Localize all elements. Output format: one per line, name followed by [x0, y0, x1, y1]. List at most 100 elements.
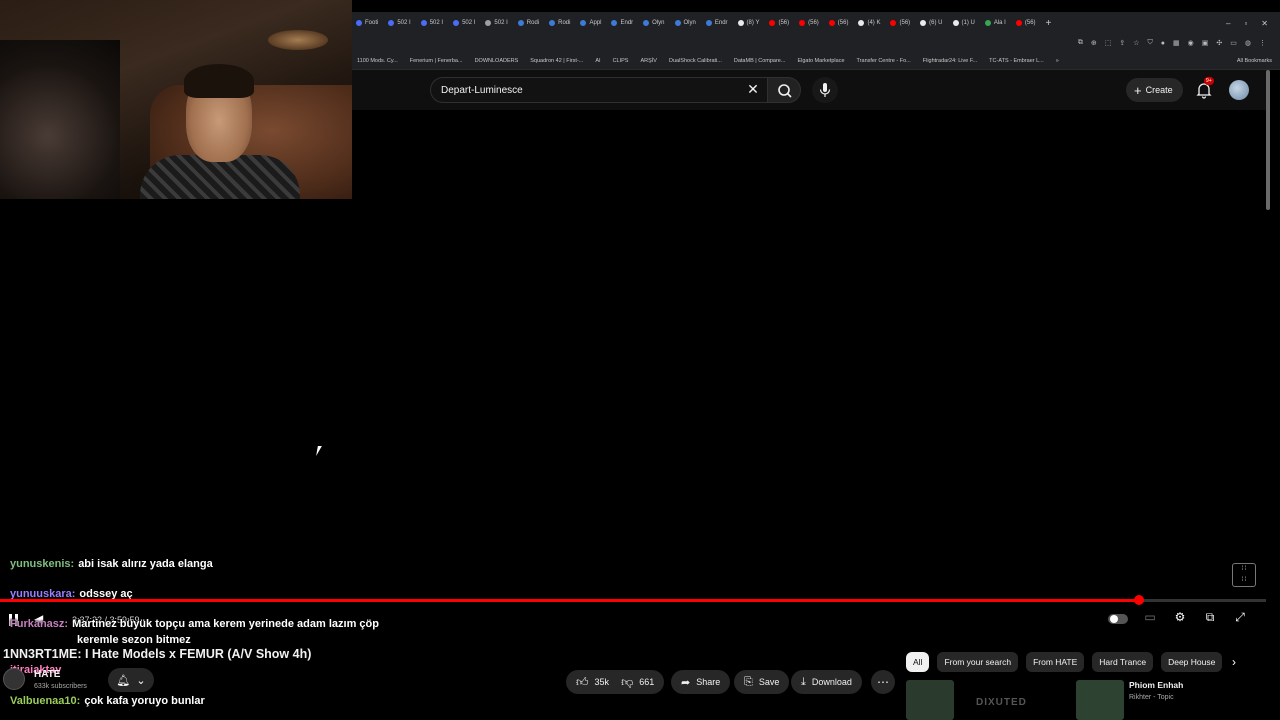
- close-window-icon[interactable]: ✕: [1261, 19, 1268, 28]
- bookmark-item[interactable]: Flightradar24: Live F...: [920, 58, 980, 64]
- bookmark-item[interactable]: DOWNLOADERS: [472, 58, 522, 64]
- tab-label: Footi: [365, 20, 379, 26]
- browser-tab[interactable]: (6) U: [916, 14, 946, 32]
- webcam-person-hair: [184, 64, 254, 98]
- tab-label: (8) Y: [746, 20, 760, 26]
- recommended-video-thumbnail[interactable]: [1076, 680, 1124, 720]
- all-bookmarks-button[interactable]: All Bookmarks: [1234, 58, 1280, 64]
- zoom-icon[interactable]: ⊕: [1091, 39, 1097, 47]
- share-page-icon[interactable]: ⇪: [1119, 39, 1125, 47]
- chip-hard-trance[interactable]: Hard Trance: [1092, 652, 1154, 672]
- subscription-bell-button[interactable]: 🔔︎ ⌄: [108, 668, 154, 692]
- bookmark-item[interactable]: AI: [592, 58, 603, 64]
- recommended-video-thumbnail[interactable]: [906, 680, 954, 720]
- browser-tab[interactable]: 502 I: [384, 14, 414, 32]
- fullscreen-icon[interactable]: ⤢: [1230, 610, 1250, 625]
- tab-favicon-icon: [611, 20, 618, 26]
- extensions-puzzle-icon[interactable]: ✣: [1216, 39, 1222, 47]
- voice-search-button[interactable]: [812, 77, 838, 103]
- tab-favicon-icon: [890, 20, 897, 26]
- bookmark-item[interactable]: Elgato Marketplace: [794, 58, 847, 64]
- chip-all[interactable]: All: [906, 652, 930, 672]
- extension-grid-icon[interactable]: ▦: [1173, 39, 1180, 47]
- menu-kebab-icon[interactable]: ⋮: [1259, 39, 1266, 47]
- chip-from-hate[interactable]: From HATE: [1026, 652, 1085, 672]
- autoplay-toggle[interactable]: [1108, 614, 1128, 624]
- chat-username: Furkanasz:: [10, 618, 69, 630]
- notifications-button[interactable]: 9+: [1194, 77, 1214, 100]
- recommended-video-title[interactable]: Phiom Enhah: [1129, 680, 1183, 690]
- browser-tab[interactable]: Appl: [576, 14, 605, 32]
- chip-from-your-search[interactable]: From your search: [937, 652, 1019, 672]
- extension-eye-icon[interactable]: ◉: [1188, 39, 1194, 47]
- browser-tab[interactable]: Rodi: [545, 14, 574, 32]
- browser-tab[interactable]: (56): [825, 14, 853, 32]
- chat-message-continuation: keremle sezon bitmez: [77, 634, 191, 646]
- like-button[interactable]: 👍︎ 35k: [576, 675, 609, 690]
- profile-icon[interactable]: ◍: [1245, 39, 1251, 47]
- browser-tab[interactable]: 502 I: [481, 14, 511, 32]
- create-button[interactable]: + Create: [1126, 78, 1183, 102]
- browser-tab[interactable]: Ala I: [981, 14, 1010, 32]
- browser-tab[interactable]: Olyn: [671, 14, 700, 32]
- save-button[interactable]: ⎘ Save: [734, 670, 790, 694]
- minimize-icon[interactable]: –: [1226, 19, 1230, 28]
- bookmark-star-icon[interactable]: ☆: [1133, 39, 1139, 47]
- progress-bar[interactable]: [0, 595, 1266, 605]
- browser-tab[interactable]: (56): [765, 14, 793, 32]
- tab-favicon-icon: [769, 20, 776, 26]
- search-button[interactable]: [767, 77, 801, 103]
- translate-icon[interactable]: ⧉: [1078, 39, 1083, 47]
- share-button[interactable]: ➦ Share: [671, 670, 731, 694]
- browser-tab[interactable]: 502 I: [449, 14, 479, 32]
- browser-tab[interactable]: Endr: [702, 14, 732, 32]
- maximize-icon[interactable]: ▫: [1244, 19, 1247, 28]
- page-scrollbar[interactable]: [1266, 70, 1270, 210]
- sidepanel-icon[interactable]: ▭: [1230, 39, 1237, 47]
- bookmark-item[interactable]: Squadron 42 | First-...: [527, 58, 586, 64]
- chip-deep-house[interactable]: Deep House: [1161, 652, 1223, 672]
- browser-tab[interactable]: (56): [795, 14, 823, 32]
- bookmark-item[interactable]: CLIPS: [610, 58, 632, 64]
- search-input[interactable]: Depart-Luminesce: [441, 85, 523, 96]
- browser-tab[interactable]: (4) K: [854, 14, 884, 32]
- bookmark-item[interactable]: TC-ATS - Embraer L...: [986, 58, 1047, 64]
- bookmark-item[interactable]: ARŞİV: [637, 58, 660, 64]
- browser-tab[interactable]: (56): [886, 14, 914, 32]
- miniplayer-icon[interactable]: ⧉: [1200, 610, 1220, 625]
- bookmark-item[interactable]: DualShock Calibrati...: [666, 58, 725, 64]
- tab-label: (56): [837, 20, 849, 26]
- extension-shield-icon[interactable]: ⛉: [1148, 39, 1153, 47]
- dislike-button[interactable]: 👎︎ 661: [621, 675, 654, 690]
- bookmarks-overflow-button[interactable]: »: [1053, 58, 1062, 64]
- subtitles-icon[interactable]: ▭: [1140, 610, 1160, 624]
- settings-gear-icon[interactable]: ⚙: [1170, 610, 1190, 624]
- extension-dot-icon[interactable]: ●: [1161, 40, 1165, 47]
- browser-tab[interactable]: Olyn: [639, 14, 668, 32]
- account-avatar[interactable]: [1229, 80, 1249, 100]
- browser-tab[interactable]: Rodi: [514, 14, 543, 32]
- new-tab-button[interactable]: +: [1046, 18, 1052, 29]
- install-icon[interactable]: ⬚: [1105, 39, 1112, 47]
- browser-tab[interactable]: (1) U: [949, 14, 979, 32]
- browser-tab[interactable]: Footi: [352, 14, 382, 32]
- browser-tab[interactable]: (8) Y: [734, 14, 764, 32]
- browser-tab[interactable]: 502 I: [417, 14, 447, 32]
- extension-lock-icon[interactable]: ▣: [1202, 39, 1209, 47]
- bookmark-item[interactable]: Fenerium | Fenerba...: [407, 58, 466, 64]
- more-actions-button[interactable]: ⋯: [871, 670, 895, 694]
- browser-tab[interactable]: Endr: [607, 14, 637, 32]
- clear-search-icon[interactable]: ✕: [743, 81, 763, 98]
- browser-tab[interactable]: (56): [1012, 14, 1040, 32]
- bookmark-item[interactable]: 1100 Mods. Cy...: [354, 58, 401, 64]
- chevron-right-icon[interactable]: ›: [1232, 655, 1236, 669]
- chat-message: Valbuenaa10: çok kafa yoruyo bunlar: [10, 695, 205, 707]
- channel-avatar[interactable]: [3, 668, 25, 690]
- download-button[interactable]: ⤓ Download: [791, 670, 862, 694]
- progress-scrubber[interactable]: [1134, 595, 1144, 605]
- search-box[interactable]: Depart-Luminesce ✕: [430, 77, 767, 103]
- bookmark-item[interactable]: Transfer Centre - Fo...: [854, 58, 914, 64]
- channel-name[interactable]: HATE: [34, 669, 60, 680]
- tab-favicon-icon: [420, 20, 427, 26]
- bookmark-item[interactable]: DataMB | Compare...: [731, 58, 789, 64]
